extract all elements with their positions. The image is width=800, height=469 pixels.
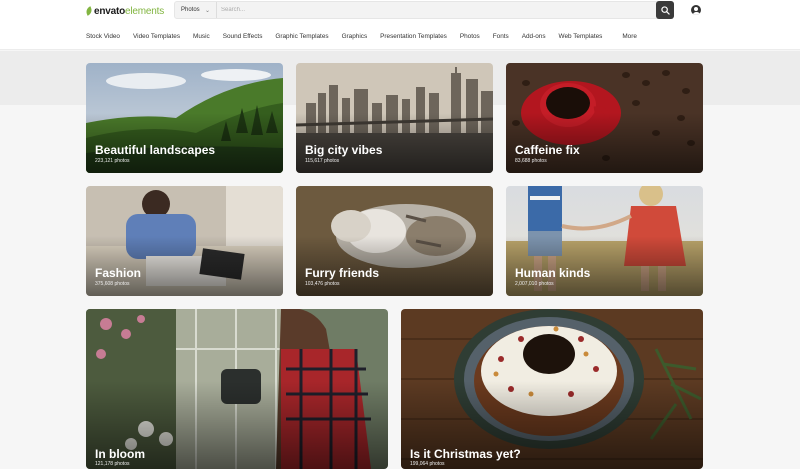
- nav-item-music[interactable]: Music: [193, 33, 210, 40]
- collection-title: Beautiful landscapes: [95, 143, 216, 157]
- collection-card-coffee[interactable]: Caffeine fix 83,688 photos: [506, 63, 703, 173]
- collection-card-pets[interactable]: Furry friends 103,476 photos: [296, 186, 493, 296]
- collection-count: 115,617 photos: [305, 158, 340, 164]
- collection-count: 375,608 photos: [95, 281, 130, 287]
- logo-text-elements: elements: [125, 5, 165, 17]
- collection-count: 199,064 photos: [410, 461, 445, 467]
- search-input[interactable]: [217, 2, 656, 18]
- nav-item-video-templates[interactable]: Video Templates: [133, 33, 180, 40]
- search-category-select[interactable]: Photos ⌄: [175, 2, 217, 18]
- search-button[interactable]: [656, 1, 674, 19]
- search-bar: Photos ⌄: [174, 1, 674, 19]
- collection-count: 103,476 photos: [305, 281, 340, 287]
- collection-title: Human kinds: [515, 266, 591, 280]
- category-nav: Stock Video Video Templates Music Sound …: [0, 22, 800, 50]
- nav-item-web-templates[interactable]: Web Templates: [559, 33, 603, 40]
- collection-card-people[interactable]: Human kinds 2,007,010 photos: [506, 186, 703, 296]
- collection-count: 223,121 photos: [95, 158, 130, 164]
- nav-item-sound-effects[interactable]: Sound Effects: [223, 33, 263, 40]
- nav-item-graphic-templates[interactable]: Graphic Templates: [275, 33, 328, 40]
- collection-title: Furry friends: [305, 266, 380, 280]
- collection-title: In bloom: [95, 447, 145, 461]
- collection-card-christmas[interactable]: Is it Christmas yet? 199,064 photos: [401, 309, 703, 469]
- collection-card-city[interactable]: Big city vibes 115,617 photos: [296, 63, 493, 173]
- nav-item-photos[interactable]: Photos: [460, 33, 480, 40]
- nav-item-fonts[interactable]: Fonts: [493, 33, 509, 40]
- collection-title: Fashion: [95, 266, 142, 280]
- search-category-label: Photos: [181, 7, 200, 13]
- collection-title: Caffeine fix: [515, 143, 580, 157]
- nav-item-add-ons[interactable]: Add-ons: [522, 33, 546, 40]
- logo-text-envato: envato: [94, 5, 126, 17]
- nav-item-stock-video[interactable]: Stock Video: [86, 33, 120, 40]
- user-account-icon[interactable]: [691, 5, 701, 15]
- nav-item-presentation-templates[interactable]: Presentation Templates: [380, 33, 447, 40]
- leaf-icon: [84, 6, 94, 16]
- nav-item-more[interactable]: More: [622, 33, 637, 40]
- envato-elements-logo[interactable]: envato elements: [84, 4, 165, 18]
- collection-card-landscapes[interactable]: Beautiful landscapes 223,121 photos: [86, 63, 283, 173]
- collection-title: Is it Christmas yet?: [410, 447, 521, 461]
- collection-card-bloom[interactable]: In bloom 121,178 photos: [86, 309, 388, 469]
- collection-count: 83,688 photos: [515, 158, 547, 164]
- collection-count: 2,007,010 photos: [515, 281, 554, 287]
- search-icon: [660, 5, 670, 15]
- chevron-down-icon: ⌄: [204, 7, 210, 14]
- nav-item-graphics[interactable]: Graphics: [342, 33, 368, 40]
- collection-card-fashion[interactable]: Fashion 375,608 photos: [86, 186, 283, 296]
- collection-count: 121,178 photos: [95, 461, 130, 467]
- top-bar: envato elements Photos ⌄: [0, 0, 800, 22]
- collection-title: Big city vibes: [305, 143, 383, 157]
